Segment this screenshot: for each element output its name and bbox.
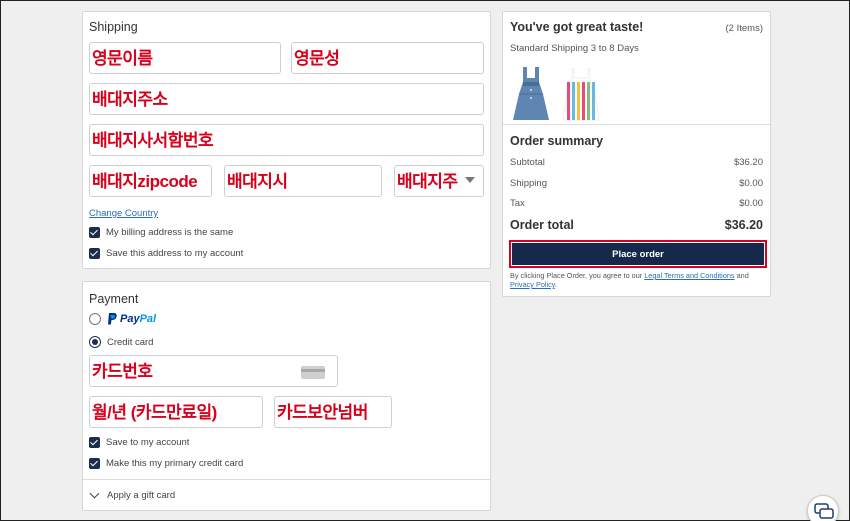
terms-link[interactable]: Legal Terms and Conditions	[644, 271, 734, 280]
subtotal-label: Subtotal	[510, 157, 545, 168]
primary-card-checkbox-row[interactable]: Make this my primary credit card	[89, 458, 243, 469]
total-label: Order total	[510, 218, 574, 232]
address-annotation: 배대지주소	[92, 90, 168, 109]
payment-card: Payment Pay Pal Credit card 카드번호 월/년 (카드만…	[82, 281, 491, 511]
credit-card-label: Credit card	[107, 336, 154, 348]
tax-row: Tax $0.00	[510, 198, 763, 209]
primary-card-checkbox[interactable]	[89, 458, 100, 469]
shipping-note: Standard Shipping 3 to 8 Days	[510, 43, 639, 54]
payment-title: Payment	[89, 292, 139, 306]
paypal-icon	[108, 313, 117, 325]
shipping-card: Shipping 영문이름 영문성 배대지주소 배대지사서함번호 배대지zipc…	[82, 11, 491, 269]
shipping-row: Shipping $0.00	[510, 178, 763, 189]
gift-card-label: Apply a gift card	[107, 490, 176, 501]
state-annotation: 배대지주	[397, 172, 458, 191]
terms-prefix: By clicking Place Order, you agree to ou…	[510, 271, 645, 280]
subtotal-row: Subtotal $36.20	[510, 157, 763, 168]
address2-annotation: 배대지사서함번호	[92, 131, 214, 150]
paypal-text-pal: Pal	[139, 313, 157, 325]
chat-button[interactable]	[807, 495, 839, 521]
address2-field[interactable]: 배대지사서함번호	[89, 124, 484, 156]
divider	[83, 479, 490, 480]
expiry-annotation: 월/년 (카드만료일)	[92, 403, 217, 422]
total-row: Order total $36.20	[510, 218, 763, 232]
credit-card-radio[interactable]	[89, 336, 101, 348]
first-name-annotation: 영문이름	[92, 49, 153, 68]
billing-same-checkbox[interactable]	[89, 227, 100, 238]
subtotal-value: $36.20	[733, 157, 763, 168]
paypal-logo: Pay Pal	[107, 313, 156, 325]
last-name-annotation: 영문성	[294, 49, 340, 68]
address-field[interactable]: 배대지주소	[89, 83, 484, 115]
state-select[interactable]: 배대지주	[394, 165, 484, 197]
total-value: $36.20	[724, 218, 763, 232]
paypal-option[interactable]: Pay Pal	[89, 313, 156, 325]
chevron-down-icon	[89, 488, 100, 499]
place-order-highlight: Place order	[509, 240, 767, 268]
privacy-link[interactable]: Privacy Policy	[510, 280, 555, 289]
tax-label: Tax	[510, 198, 525, 209]
zip-field[interactable]: 배대지zipcode	[89, 165, 212, 197]
cart-title: You've got great taste!	[510, 20, 644, 34]
billing-same-label: My billing address is the same	[106, 227, 234, 238]
cvv-field[interactable]: 카드보안넘버	[274, 396, 392, 428]
save-address-checkbox-row[interactable]: Save this address to my account	[89, 248, 243, 259]
city-annotation: 배대지시	[227, 172, 288, 191]
cart-count: (2 Items)	[725, 23, 763, 34]
zip-annotation: 배대지zipcode	[92, 172, 198, 191]
place-order-button[interactable]: Place order	[512, 243, 764, 265]
billing-same-checkbox-row[interactable]: My billing address is the same	[89, 227, 233, 238]
gift-card-toggle[interactable]: Apply a gift card	[89, 488, 176, 501]
first-name-field[interactable]: 영문이름	[89, 42, 281, 74]
save-card-label: Save to my account	[106, 437, 190, 448]
terms-note: By clicking Place Order, you agree to ou…	[510, 271, 766, 289]
chat-icon	[814, 503, 834, 519]
product-image-denim-dress	[513, 67, 549, 120]
divider	[503, 124, 770, 125]
change-country-link[interactable]: Change Country	[89, 208, 158, 219]
terms-and: and	[734, 271, 749, 280]
chevron-down-icon	[465, 177, 475, 183]
paypal-radio[interactable]	[89, 313, 101, 325]
save-card-checkbox[interactable]	[89, 437, 100, 448]
card-number-annotation: 카드번호	[92, 362, 153, 381]
product-image-striped-dress	[562, 67, 600, 121]
cvv-annotation: 카드보안넘버	[277, 403, 368, 422]
shipping-value: $0.00	[739, 178, 763, 189]
credit-card-option[interactable]: Credit card	[89, 336, 153, 348]
summary-title: Order summary	[510, 134, 604, 148]
order-card: You've got great taste! (2 Items) Standa…	[502, 11, 771, 297]
save-card-checkbox-row[interactable]: Save to my account	[89, 437, 189, 448]
tax-value: $0.00	[739, 198, 763, 209]
expiry-field[interactable]: 월/년 (카드만료일)	[89, 396, 263, 428]
primary-card-label: Make this my primary credit card	[106, 458, 244, 469]
shipping-title: Shipping	[89, 20, 138, 34]
shipping-label: Shipping	[510, 178, 547, 189]
terms-suffix: .	[554, 280, 557, 289]
city-field[interactable]: 배대지시	[224, 165, 382, 197]
card-number-field[interactable]: 카드번호	[89, 355, 338, 387]
last-name-field[interactable]: 영문성	[291, 42, 484, 74]
paypal-text-pay: Pay	[120, 313, 140, 325]
save-address-label: Save this address to my account	[106, 248, 244, 259]
credit-card-icon	[301, 366, 325, 379]
save-address-checkbox[interactable]	[89, 248, 100, 259]
